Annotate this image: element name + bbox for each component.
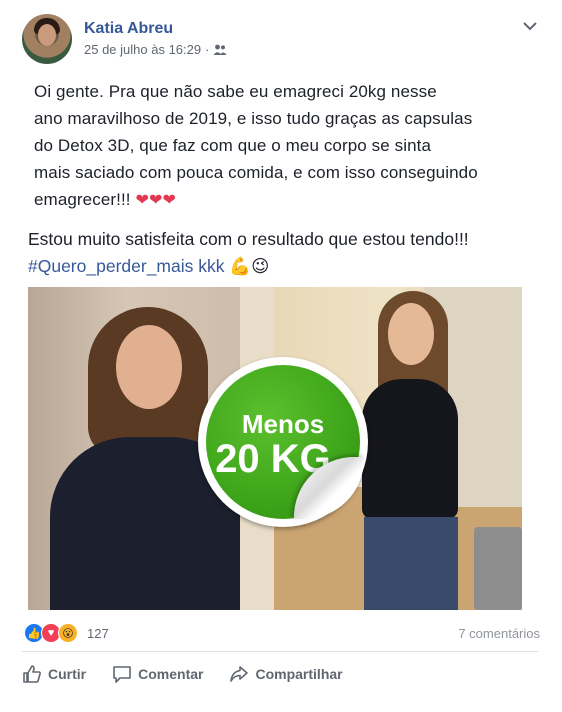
like-button[interactable]: Curtir <box>22 660 86 688</box>
after-trash-bin <box>474 527 522 610</box>
post-timestamp[interactable]: 25 de julho às 16:29 <box>84 42 201 57</box>
reactions-bar: 👍 ♥ 😮 127 7 comentários <box>24 622 540 644</box>
post-meta: 25 de julho às 16:29 · <box>84 42 227 57</box>
reaction-icons[interactable]: 👍 ♥ 😮 <box>24 623 78 643</box>
after-woman-jeans <box>364 517 458 610</box>
author-name[interactable]: Katia Abreu <box>84 20 173 38</box>
meta-separator: · <box>205 42 210 57</box>
share-icon <box>230 666 249 682</box>
share-button[interactable]: Compartilhar <box>229 660 343 688</box>
emoji: 💪😉 <box>229 256 270 276</box>
facebook-post: Katia Abreu 25 de julho às 16:29 · Oi ge… <box>0 0 562 712</box>
post-body-text: Oi gente. Pra que não sabe eu emagreci 2… <box>34 82 478 209</box>
like-label: Curtir <box>48 666 87 682</box>
before-woman-face <box>116 325 182 409</box>
avatar-face <box>38 24 56 46</box>
post-body: Oi gente. Pra que não sabe eu emagreci 2… <box>34 78 534 214</box>
comment-label: Comentar <box>138 666 204 682</box>
comment-icon <box>113 666 131 683</box>
divider <box>22 651 538 652</box>
wow-reaction-icon: 😮 <box>58 623 78 643</box>
hearts-emoji: ❤❤❤ <box>135 192 176 209</box>
avatar[interactable] <box>22 14 72 64</box>
hashtag-link[interactable]: #Quero_perder_mais kkk <box>28 256 224 276</box>
chevron-down-icon[interactable] <box>520 16 540 36</box>
reaction-count[interactable]: 127 <box>87 626 109 641</box>
comments-count[interactable]: 7 comentários <box>458 626 540 641</box>
post-second-paragraph: Estou muito satisfeita com o resultado q… <box>28 226 538 280</box>
comment-button[interactable]: Comentar <box>112 660 203 688</box>
thumbs-up-icon <box>23 665 41 683</box>
after-woman-body <box>362 379 458 519</box>
action-bar: Curtir Comentar Compartilhar <box>22 660 343 688</box>
after-woman-face <box>388 303 434 365</box>
badge-line-1: Menos <box>241 409 325 439</box>
second-line-text: Estou muito satisfeita com o resultado q… <box>28 229 469 249</box>
share-label: Compartilhar <box>255 666 343 682</box>
post-header: Katia Abreu 25 de julho às 16:29 · <box>22 14 552 64</box>
friends-icon <box>213 44 227 55</box>
weight-loss-badge: Menos 20 KG <box>198 357 368 527</box>
